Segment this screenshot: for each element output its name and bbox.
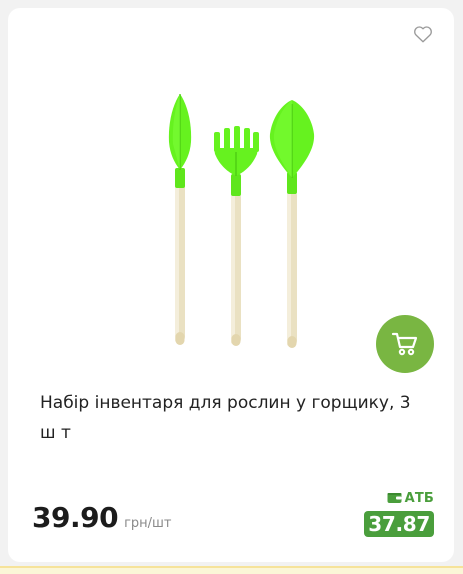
product-title[interactable]: Набір інвентаря для рослин у горщику, 3 … [40,388,430,448]
price-unit: грн/шт [124,516,172,531]
rake-tool [214,126,259,346]
regular-price: 39.90 грн/шт [32,501,172,534]
product-image[interactable] [156,82,326,352]
next-card-edge [0,566,463,574]
narrow-trowel-tool [168,94,192,345]
product-card[interactable]: Набір інвентаря для рослин у горщику, 3 … [8,8,454,562]
spade-tool [269,100,315,348]
wallet-icon [387,493,402,503]
price-value: 39.90 [32,501,119,534]
heart-icon [414,26,432,43]
favorite-button[interactable] [410,22,436,46]
add-to-cart-button[interactable] [376,315,434,373]
club-label: АТБ [387,490,434,506]
club-price-block: АТБ 37.87 [364,490,434,537]
cart-icon [391,332,418,356]
divider [0,566,463,568]
club-price-badge: 37.87 [364,511,434,537]
club-brand: АТБ [404,490,434,506]
